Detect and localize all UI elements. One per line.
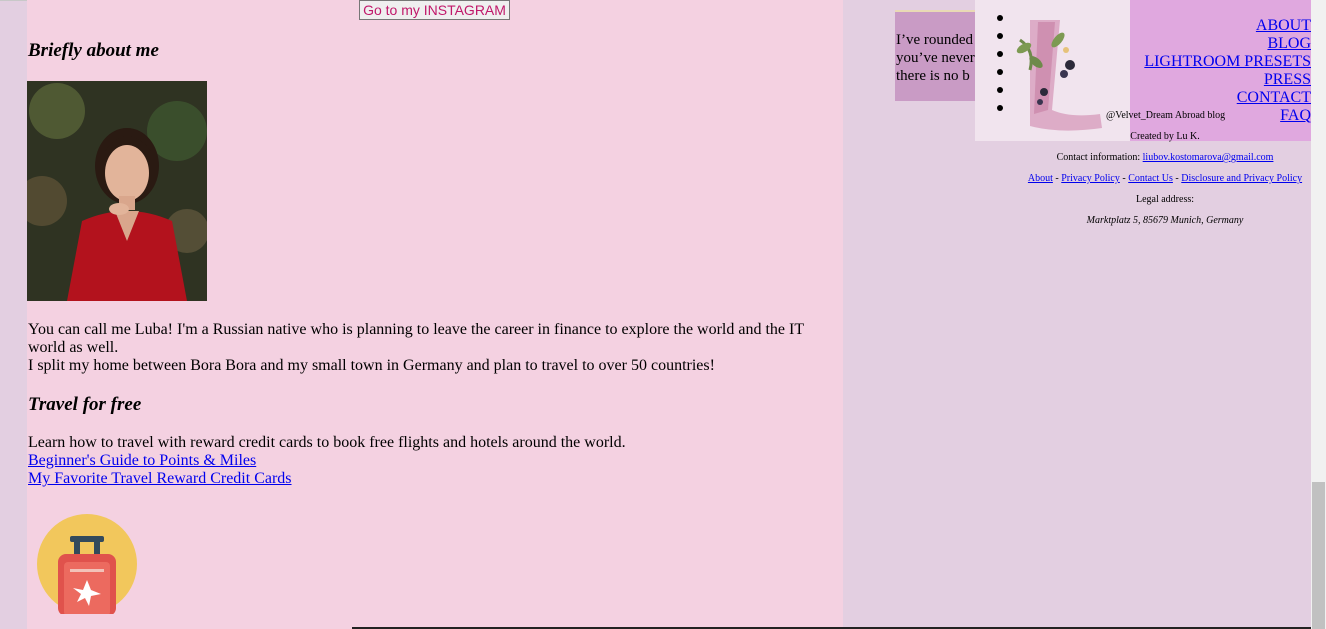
post-teaser: I’ve rounded you’ve never there is no b <box>895 10 975 101</box>
points-miles-guide-link[interactable]: Beginner's Guide to Points & Miles <box>28 452 256 470</box>
footer-link-about[interactable]: About <box>1028 173 1053 184</box>
intro-paragraph-2: I split my home between Bora Bora and my… <box>28 357 715 374</box>
nav-item-contact[interactable]: CONTACT <box>1237 89 1311 106</box>
floral-letter-l-logo-icon <box>1016 20 1102 131</box>
contact-info: Contact information: liubov.kostomarova@… <box>1020 152 1310 164</box>
contact-email-link[interactable]: liubov.kostomarova@gmail.com <box>1143 152 1274 163</box>
reward-cards-link[interactable]: My Favorite Travel Reward Credit Cards <box>28 470 292 488</box>
travel-heading: Travel for free <box>28 394 142 415</box>
scrollbar-thumb[interactable] <box>1312 482 1325 629</box>
footer-link-contact-us[interactable]: Contact Us <box>1128 173 1173 184</box>
main-navigation: ABOUT BLOG LIGHTROOM PRESETS PRESS CONTA… <box>1144 17 1311 125</box>
main-content: Go to my INSTAGRAM Briefly about me You … <box>27 0 843 629</box>
legal-address: Marktplatz 5, 85679 Munich, Germany <box>1086 215 1244 226</box>
suitcase-icon <box>37 514 137 614</box>
created-by-text: Created by Lu K. <box>1130 131 1200 142</box>
legal-address-label: Legal address: <box>1135 194 1195 205</box>
nav-item-about[interactable]: ABOUT <box>1256 17 1311 34</box>
profile-photo-image <box>27 81 207 301</box>
travel-description: Learn how to travel with reward credit c… <box>28 434 626 451</box>
teaser-image-strip <box>895 10 975 12</box>
nav-item-blog[interactable]: BLOG <box>1267 35 1311 52</box>
intro-paragraph: You can call me Luba! I'm a Russian nati… <box>28 321 804 356</box>
footer-link-disclosure[interactable]: Disclosure and Privacy Policy <box>1181 173 1302 184</box>
about-heading: Briefly about me <box>28 40 159 61</box>
contact-label: Contact information: <box>1056 152 1141 163</box>
footer-separator: - <box>1052 173 1062 184</box>
instagram-button[interactable]: Go to my INSTAGRAM <box>359 0 510 20</box>
footer-separator: - <box>1172 173 1182 184</box>
teaser-text: I’ve rounded you’ve never there is no b <box>896 32 975 84</box>
footer-link-privacy-policy[interactable]: Privacy Policy <box>1061 173 1120 184</box>
nav-item-lightroom-presets[interactable]: LIGHTROOM PRESETS <box>1144 53 1311 70</box>
nav-item-faq[interactable]: FAQ <box>1280 107 1311 124</box>
nav-item-press[interactable]: PRESS <box>1264 71 1311 88</box>
profile-photo <box>27 81 207 301</box>
footer-links: About - Privacy Policy - Contact Us - Di… <box>1020 173 1310 185</box>
footer-separator: - <box>1119 173 1129 184</box>
